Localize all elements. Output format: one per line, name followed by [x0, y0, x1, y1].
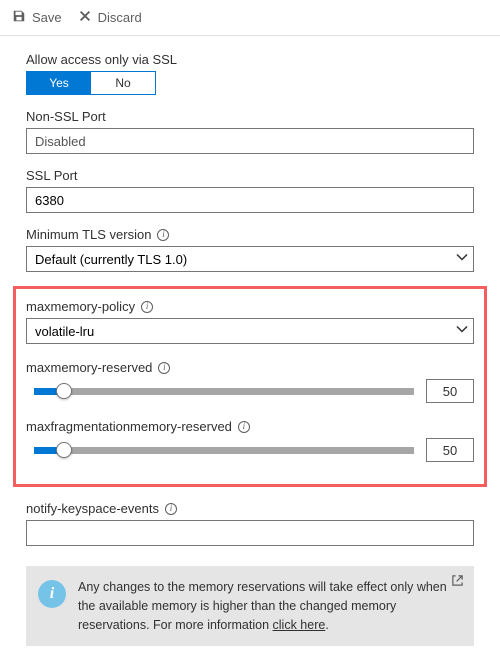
discard-button[interactable]: Discard: [78, 9, 142, 26]
settings-panel: Allow access only via SSL Yes No Non-SSL…: [0, 36, 500, 658]
ssl-access-no[interactable]: No: [91, 72, 155, 94]
info-icon[interactable]: i: [141, 301, 153, 313]
maxfrag-reserved-value[interactable]: 50: [426, 438, 474, 462]
notify-keyspace-input[interactable]: [26, 520, 474, 546]
maxfrag-reserved-label-text: maxfragmentationmemory-reserved: [26, 419, 232, 434]
save-label: Save: [32, 10, 62, 25]
info-icon[interactable]: i: [238, 421, 250, 433]
ssl-port-field: SSL Port: [26, 168, 474, 213]
notify-keyspace-label-text: notify-keyspace-events: [26, 501, 159, 516]
maxmemory-policy-select[interactable]: [26, 318, 474, 344]
maxfrag-reserved-field: maxfragmentationmemory-reserved i 50: [26, 419, 474, 462]
info-icon[interactable]: i: [165, 503, 177, 515]
maxfrag-reserved-label: maxfragmentationmemory-reserved i: [26, 419, 474, 434]
maxmemory-policy-label-text: maxmemory-policy: [26, 299, 135, 314]
save-button[interactable]: Save: [12, 9, 62, 26]
ssl-port-label: SSL Port: [26, 168, 474, 183]
save-icon: [12, 9, 26, 26]
non-ssl-port-label: Non-SSL Port: [26, 109, 474, 124]
maxmemory-reserved-slider[interactable]: [34, 382, 414, 400]
maxmemory-reserved-value[interactable]: 50: [426, 379, 474, 403]
maxfrag-reserved-slider[interactable]: [34, 441, 414, 459]
maxmemory-reserved-field: maxmemory-reserved i 50: [26, 360, 474, 403]
info-icon[interactable]: i: [157, 229, 169, 241]
notice-text: Any changes to the memory reservations w…: [78, 578, 460, 634]
memory-notice: i Any changes to the memory reservations…: [26, 566, 474, 646]
maxmemory-reserved-label: maxmemory-reserved i: [26, 360, 474, 375]
ssl-access-toggle[interactable]: Yes No: [26, 71, 156, 95]
min-tls-select[interactable]: [26, 246, 474, 272]
info-icon: i: [38, 580, 66, 608]
popout-icon[interactable]: [451, 574, 464, 590]
min-tls-label-text: Minimum TLS version: [26, 227, 151, 242]
non-ssl-port-field: Non-SSL Port: [26, 109, 474, 154]
notify-keyspace-label: notify-keyspace-events i: [26, 501, 474, 516]
non-ssl-port-input[interactable]: [26, 128, 474, 154]
notice-link[interactable]: click here: [273, 618, 326, 632]
ssl-access-yes[interactable]: Yes: [27, 72, 91, 94]
close-icon: [78, 9, 92, 26]
toolbar: Save Discard: [0, 0, 500, 36]
notice-suffix: .: [325, 618, 328, 632]
ssl-port-input[interactable]: [26, 187, 474, 213]
discard-label: Discard: [98, 10, 142, 25]
slider-thumb[interactable]: [56, 442, 72, 458]
ssl-access-label: Allow access only via SSL: [26, 52, 474, 67]
notice-body: Any changes to the memory reservations w…: [78, 580, 447, 632]
maxmemory-policy-label: maxmemory-policy i: [26, 299, 474, 314]
min-tls-label: Minimum TLS version i: [26, 227, 474, 242]
notify-keyspace-field: notify-keyspace-events i: [26, 501, 474, 546]
min-tls-field: Minimum TLS version i: [26, 227, 474, 272]
slider-thumb[interactable]: [56, 383, 72, 399]
ssl-access-field: Allow access only via SSL Yes No: [26, 52, 474, 95]
maxmemory-policy-field: maxmemory-policy i: [26, 299, 474, 344]
memory-settings-highlight: maxmemory-policy i maxmemory-reserved i: [13, 286, 487, 487]
info-icon[interactable]: i: [158, 362, 170, 374]
maxmemory-reserved-label-text: maxmemory-reserved: [26, 360, 152, 375]
